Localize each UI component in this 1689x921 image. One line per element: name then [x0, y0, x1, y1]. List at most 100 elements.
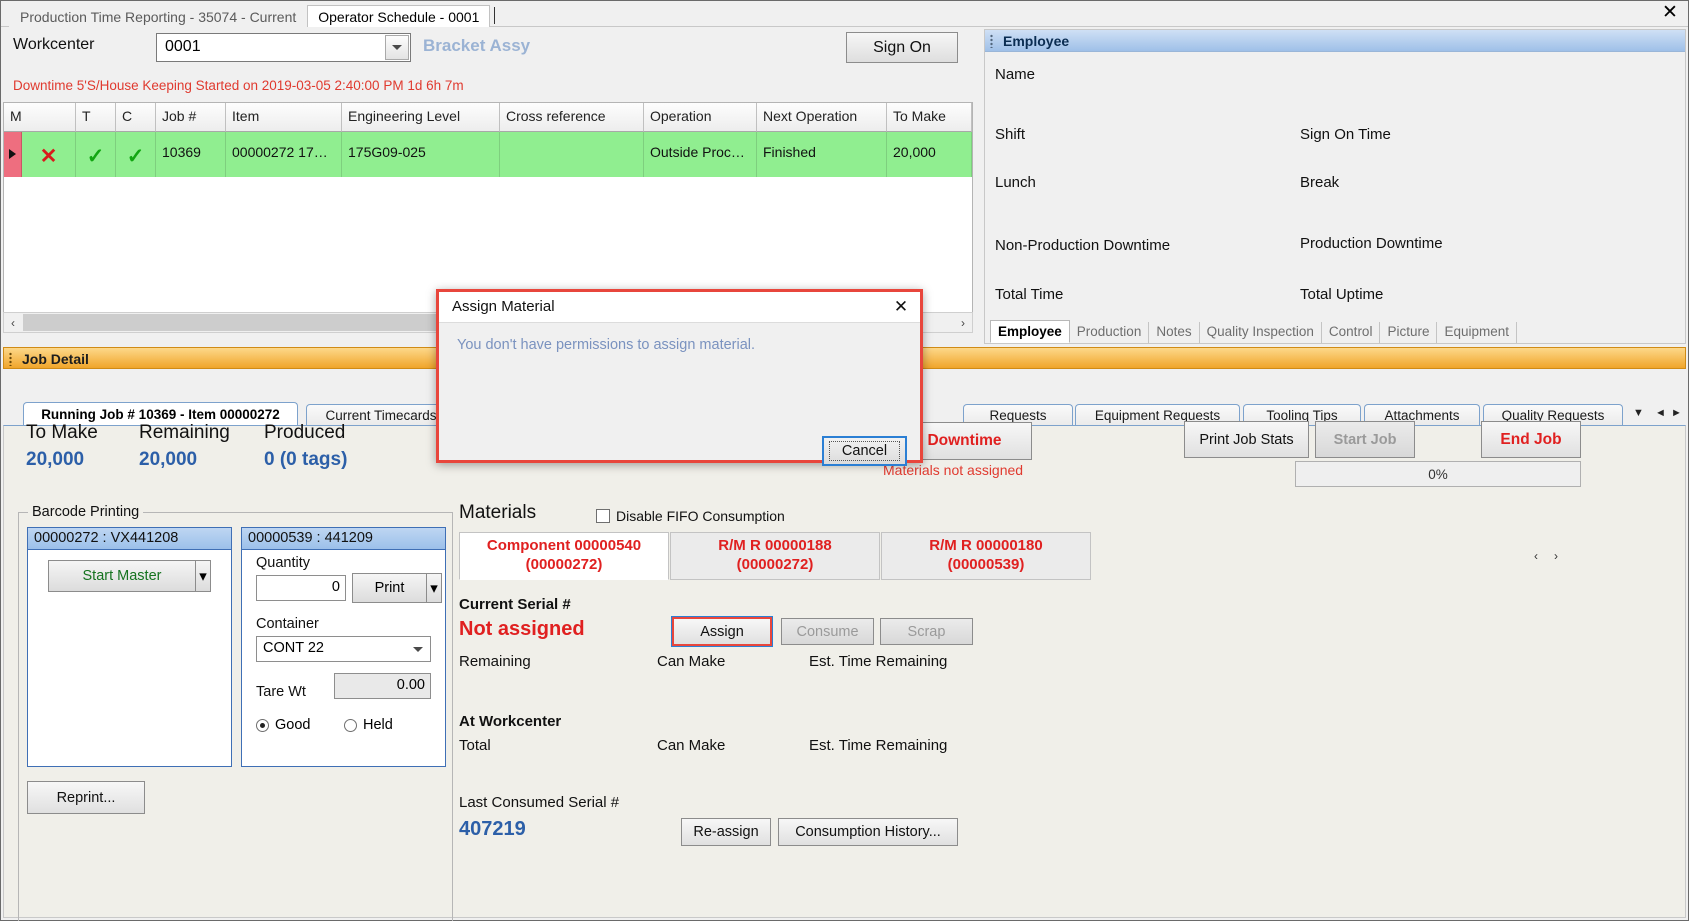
- tab-control[interactable]: Control: [1322, 322, 1381, 343]
- disable-fifo-label: Disable FIFO Consumption: [616, 508, 785, 524]
- dialog-title: Assign Material: [452, 298, 555, 315]
- employee-field-shift: Shift: [995, 126, 1026, 143]
- sign-on-button[interactable]: Sign On: [846, 32, 958, 63]
- print-button[interactable]: Print: [352, 573, 427, 603]
- checkbox-icon: [596, 509, 610, 523]
- print-job-stats-button[interactable]: Print Job Stats: [1184, 421, 1309, 458]
- consume-button: Consume: [781, 618, 874, 645]
- start-job-button: Start Job: [1315, 421, 1415, 458]
- tab-production[interactable]: Production: [1070, 322, 1150, 343]
- barcode-printing-group: Barcode Printing 00000272 : VX441208 Sta…: [18, 504, 453, 921]
- materials-tab-component-00000540[interactable]: Component 00000540 (00000272): [459, 532, 669, 580]
- document-tab-strip: Production Time Reporting - 35074 - Curr…: [9, 3, 496, 27]
- materials-tab-line1: Component 00000540: [486, 537, 642, 555]
- chevron-down-icon[interactable]: [385, 35, 409, 60]
- consumption-history-button[interactable]: Consumption History...: [778, 818, 958, 846]
- container-value: CONT 22: [263, 640, 324, 656]
- column-header-to-make[interactable]: To Make: [887, 103, 972, 132]
- column-header-m[interactable]: M: [4, 103, 76, 132]
- column-header-t[interactable]: T: [76, 103, 116, 132]
- cell-operation: Outside Proc…: [644, 132, 757, 177]
- column-header-item[interactable]: Item: [226, 103, 342, 132]
- start-master-dropdown-icon[interactable]: ▾: [196, 560, 211, 592]
- column-header-next-operation[interactable]: Next Operation: [757, 103, 887, 132]
- tab-scroll-right-icon[interactable]: ►: [1671, 407, 1682, 419]
- cell-c: ✓: [116, 132, 156, 177]
- radio-good[interactable]: Good: [256, 717, 310, 733]
- job-progress-bar: 0%: [1295, 461, 1581, 487]
- row-selector[interactable]: [4, 132, 22, 177]
- tab-equipment[interactable]: Equipment: [1437, 322, 1518, 343]
- column-header-job-number[interactable]: Job #: [156, 103, 226, 132]
- cancel-button[interactable]: Cancel: [822, 436, 907, 466]
- employee-field-sign-on-time: Sign On Time: [1300, 126, 1391, 143]
- employee-field-total-time: Total Time: [995, 286, 1064, 303]
- cell-item: 00000272 17…: [226, 132, 342, 177]
- quantity-input[interactable]: 0: [256, 575, 346, 601]
- scrollbar-thumb[interactable]: [23, 314, 457, 331]
- materials-tab-scroll-left-icon[interactable]: ‹: [1534, 549, 1538, 563]
- grip-dots-icon[interactable]: [9, 352, 12, 366]
- tab-label: Employee: [998, 324, 1062, 339]
- column-header-c[interactable]: C: [116, 103, 156, 132]
- materials-tab-strip: Component 00000540 (00000272) R/M R 00000…: [459, 532, 1569, 580]
- grip-dots-icon[interactable]: [990, 34, 993, 48]
- container-label: Container: [256, 616, 319, 632]
- table-row[interactable]: ✕ ✓ ✓ 10369 00000272 17… 175G09-025 Outs…: [4, 132, 972, 177]
- stat-value: 20,000: [26, 449, 85, 470]
- tab-notes[interactable]: Notes: [1149, 322, 1200, 343]
- dialog-titlebar: Assign Material ✕: [439, 292, 920, 323]
- barcode-card-left: 00000272 : VX441208 Start Master ▾: [27, 527, 232, 767]
- stat-to-make: To Make 20,000: [26, 422, 98, 471]
- disable-fifo-checkbox[interactable]: Disable FIFO Consumption: [596, 508, 785, 524]
- document-tab-label: Operator Schedule - 0001: [318, 9, 480, 25]
- text-caret: [494, 6, 496, 24]
- radio-held[interactable]: Held: [344, 717, 393, 733]
- container-select[interactable]: CONT 22: [256, 636, 431, 662]
- tare-weight-value: 0.00: [334, 673, 431, 699]
- tab-picture[interactable]: Picture: [1380, 322, 1438, 343]
- start-master-button[interactable]: Start Master: [48, 560, 196, 592]
- materials-tab-line2: (00000272): [525, 556, 603, 573]
- radio-label: Good: [275, 717, 311, 733]
- scroll-left-icon[interactable]: ‹: [4, 313, 22, 332]
- workcenter-total-label: Total: [459, 737, 491, 754]
- barcode-card-right: 00000539 : 441209 Quantity 0 Print ▾ Con…: [241, 527, 446, 767]
- tab-scroll-left-icon[interactable]: ◄: [1655, 407, 1666, 419]
- assign-button[interactable]: Assign: [671, 616, 773, 647]
- document-tab-production-time-reporting[interactable]: Production Time Reporting - 35074 - Curr…: [9, 5, 308, 27]
- workcenter-select[interactable]: 0001: [156, 33, 411, 62]
- materials-tab-scroll-right-icon[interactable]: ›: [1554, 549, 1558, 563]
- close-icon[interactable]: ✕: [1659, 3, 1681, 25]
- remaining-label: Remaining: [459, 653, 531, 670]
- job-grid-header: M T C Job # Item Engineering Level Cross…: [4, 103, 972, 132]
- radio-label: Held: [363, 717, 393, 733]
- workcenter-name: Bracket Assy: [423, 36, 531, 55]
- column-header-engineering-level[interactable]: Engineering Level: [342, 103, 500, 132]
- barcode-card-left-header: 00000272 : VX441208: [28, 528, 231, 550]
- document-tab-operator-schedule[interactable]: Operator Schedule - 0001: [307, 5, 491, 27]
- tab-label: Control: [1328, 324, 1373, 339]
- stat-produced: Produced 0 (0 tags): [264, 422, 347, 471]
- scroll-right-icon[interactable]: ›: [954, 313, 972, 332]
- tab-label: Requests: [989, 408, 1047, 423]
- tab-quality-inspection[interactable]: Quality Inspection: [1200, 322, 1322, 343]
- materials-tab-rm-00000188[interactable]: R/M R 00000188 (00000272): [670, 532, 880, 580]
- downtime-status-message: Downtime 5'S/House Keeping Started on 20…: [13, 78, 464, 93]
- employee-field-total-uptime: Total Uptime: [1300, 286, 1384, 303]
- chevron-down-icon[interactable]: [408, 639, 428, 659]
- tab-employee[interactable]: Employee: [990, 320, 1070, 343]
- tare-weight-label: Tare Wt: [256, 684, 306, 700]
- column-header-operation[interactable]: Operation: [644, 103, 757, 132]
- end-job-button[interactable]: End Job: [1481, 421, 1581, 458]
- tab-label: Picture: [1387, 324, 1430, 339]
- print-dropdown-icon[interactable]: ▾: [427, 573, 442, 603]
- tab-scroll-down-icon[interactable]: ▼: [1633, 407, 1644, 419]
- employee-field-production-downtime: Production Downtime: [1300, 235, 1443, 252]
- materials-tab-rm-00000180[interactable]: R/M R 00000180 (00000539): [881, 532, 1091, 580]
- column-header-cross-reference[interactable]: Cross reference: [500, 103, 644, 132]
- job-detail-title: Job Detail: [22, 351, 89, 367]
- reassign-button[interactable]: Re-assign: [681, 818, 771, 846]
- reprint-button[interactable]: Reprint...: [27, 781, 145, 814]
- close-icon[interactable]: ✕: [890, 296, 912, 318]
